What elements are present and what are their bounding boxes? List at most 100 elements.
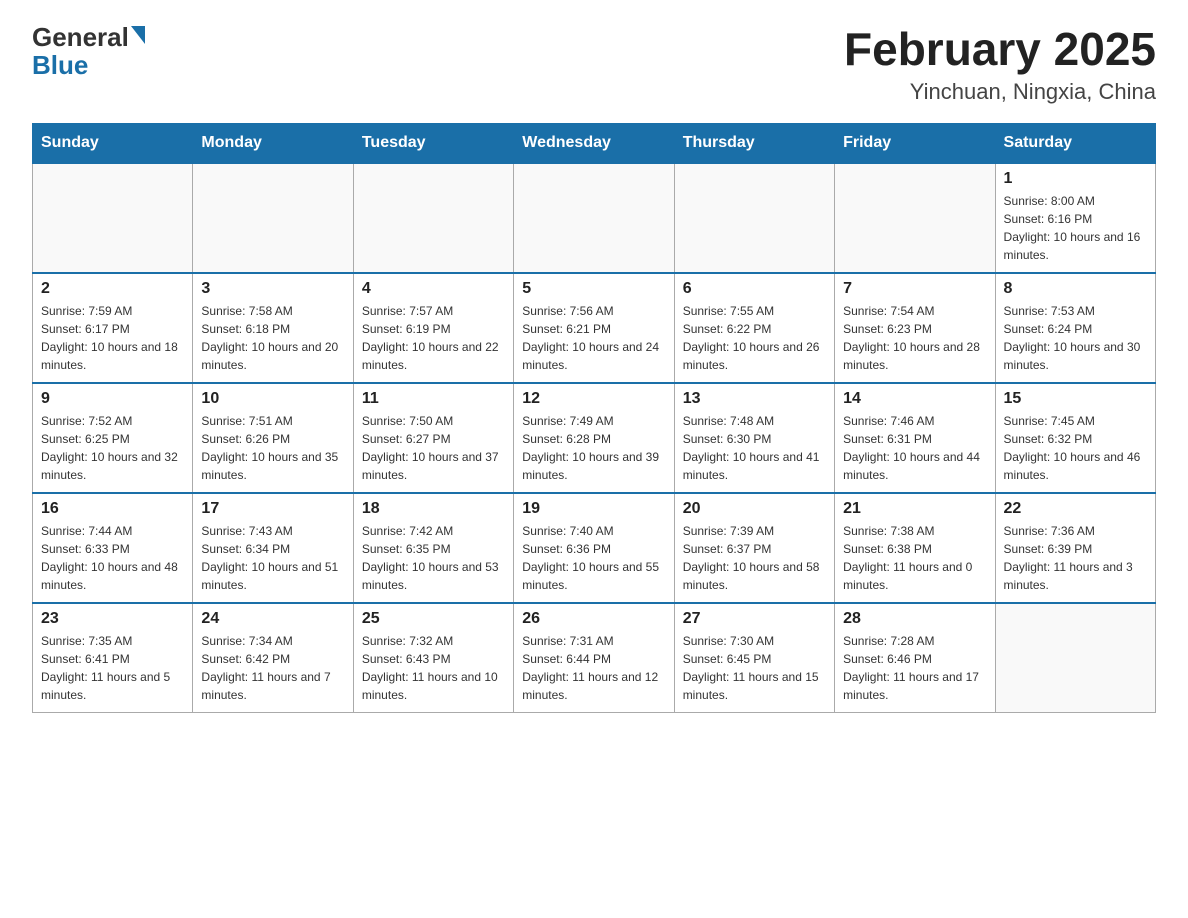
calendar-cell: 25 Sunrise: 7:32 AMSunset: 6:43 PMDayligh… xyxy=(353,603,513,713)
calendar-cell: 15 Sunrise: 7:45 AMSunset: 6:32 PMDayligh… xyxy=(995,383,1155,493)
day-of-week-header: Tuesday xyxy=(353,123,513,163)
day-number: 17 xyxy=(201,500,344,518)
calendar-cell xyxy=(514,163,674,273)
day-of-week-header: Friday xyxy=(835,123,995,163)
day-number: 26 xyxy=(522,610,665,628)
calendar-cell: 6 Sunrise: 7:55 AMSunset: 6:22 PMDaylight… xyxy=(674,273,834,383)
day-number: 4 xyxy=(362,280,505,298)
week-row: 9Sunrise: 7:52 AMSunset: 6:25 PMDaylight… xyxy=(33,383,1156,493)
calendar-cell: 4 Sunrise: 7:57 AMSunset: 6:19 PMDaylight… xyxy=(353,273,513,383)
day-number: 16 xyxy=(41,500,184,518)
calendar-cell: 23 Sunrise: 7:35 AMSunset: 6:41 PMDayligh… xyxy=(33,603,193,713)
day-info: Sunrise: 7:31 AMSunset: 6:44 PMDaylight:… xyxy=(522,632,665,704)
logo-text-blue: Blue xyxy=(32,52,145,78)
day-info: Sunrise: 7:59 AMSunset: 6:17 PMDaylight:… xyxy=(41,302,184,374)
logo-arrow-icon xyxy=(131,26,145,44)
day-number: 10 xyxy=(201,390,344,408)
day-info: Sunrise: 7:57 AMSunset: 6:19 PMDaylight:… xyxy=(362,302,505,374)
day-info: Sunrise: 7:53 AMSunset: 6:24 PMDaylight:… xyxy=(1004,302,1147,374)
calendar-cell: 14 Sunrise: 7:46 AMSunset: 6:31 PMDayligh… xyxy=(835,383,995,493)
day-info: Sunrise: 7:39 AMSunset: 6:37 PMDaylight:… xyxy=(683,522,826,594)
calendar-cell: 2 Sunrise: 7:59 AMSunset: 6:17 PMDaylight… xyxy=(33,273,193,383)
calendar-cell: 8 Sunrise: 7:53 AMSunset: 6:24 PMDaylight… xyxy=(995,273,1155,383)
calendar-table: SundayMondayTuesdayWednesdayThursdayFrid… xyxy=(32,123,1156,714)
week-row: 2 Sunrise: 7:59 AMSunset: 6:17 PMDaylight… xyxy=(33,273,1156,383)
calendar-cell xyxy=(995,603,1155,713)
calendar-header-row: SundayMondayTuesdayWednesdayThursdayFrid… xyxy=(33,123,1156,163)
day-number: 5 xyxy=(522,280,665,298)
logo: General Blue xyxy=(32,24,145,78)
day-number: 23 xyxy=(41,610,184,628)
day-of-week-header: Wednesday xyxy=(514,123,674,163)
day-info: Sunrise: 7:51 AMSunset: 6:26 PMDaylight:… xyxy=(201,412,344,484)
calendar-cell: 13 Sunrise: 7:48 AMSunset: 6:30 PMDayligh… xyxy=(674,383,834,493)
logo-text-general: General xyxy=(32,24,129,50)
calendar-cell: 18 Sunrise: 7:42 AMSunset: 6:35 PMDayligh… xyxy=(353,493,513,603)
day-number: 7 xyxy=(843,280,986,298)
week-row: 16 Sunrise: 7:44 AMSunset: 6:33 PMDayligh… xyxy=(33,493,1156,603)
calendar-subtitle: Yinchuan, Ningxia, China xyxy=(844,79,1156,105)
day-number: 14 xyxy=(843,390,986,408)
calendar-cell: 19Sunrise: 7:40 AMSunset: 6:36 PMDayligh… xyxy=(514,493,674,603)
day-info: Sunrise: 7:58 AMSunset: 6:18 PMDaylight:… xyxy=(201,302,344,374)
day-info: Sunrise: 7:35 AMSunset: 6:41 PMDaylight:… xyxy=(41,632,184,704)
day-info: Sunrise: 7:46 AMSunset: 6:31 PMDaylight:… xyxy=(843,412,986,484)
day-info: Sunrise: 7:48 AMSunset: 6:30 PMDaylight:… xyxy=(683,412,826,484)
calendar-cell: 24 Sunrise: 7:34 AMSunset: 6:42 PMDayligh… xyxy=(193,603,353,713)
calendar-cell: 17 Sunrise: 7:43 AMSunset: 6:34 PMDayligh… xyxy=(193,493,353,603)
day-info: Sunrise: 7:32 AMSunset: 6:43 PMDaylight:… xyxy=(362,632,505,704)
day-info: Sunrise: 7:44 AMSunset: 6:33 PMDaylight:… xyxy=(41,522,184,594)
day-info: Sunrise: 7:49 AMSunset: 6:28 PMDaylight:… xyxy=(522,412,665,484)
calendar-cell: 3 Sunrise: 7:58 AMSunset: 6:18 PMDaylight… xyxy=(193,273,353,383)
day-number: 28 xyxy=(843,610,986,628)
day-number: 13 xyxy=(683,390,826,408)
calendar-cell: 21Sunrise: 7:38 AMSunset: 6:38 PMDayligh… xyxy=(835,493,995,603)
page-header: General Blue February 2025 Yinchuan, Nin… xyxy=(32,24,1156,105)
day-number: 25 xyxy=(362,610,505,628)
day-number: 19 xyxy=(522,500,665,518)
day-info: Sunrise: 7:50 AMSunset: 6:27 PMDaylight:… xyxy=(362,412,505,484)
day-number: 8 xyxy=(1004,280,1147,298)
day-info: Sunrise: 7:34 AMSunset: 6:42 PMDaylight:… xyxy=(201,632,344,704)
calendar-cell: 9Sunrise: 7:52 AMSunset: 6:25 PMDaylight… xyxy=(33,383,193,493)
day-number: 24 xyxy=(201,610,344,628)
day-info: Sunrise: 7:45 AMSunset: 6:32 PMDaylight:… xyxy=(1004,412,1147,484)
day-of-week-header: Thursday xyxy=(674,123,834,163)
calendar-cell: 20 Sunrise: 7:39 AMSunset: 6:37 PMDayligh… xyxy=(674,493,834,603)
day-number: 20 xyxy=(683,500,826,518)
calendar-title-block: February 2025 Yinchuan, Ningxia, China xyxy=(844,24,1156,105)
day-info: Sunrise: 7:28 AMSunset: 6:46 PMDaylight:… xyxy=(843,632,986,704)
calendar-cell: 22Sunrise: 7:36 AMSunset: 6:39 PMDayligh… xyxy=(995,493,1155,603)
day-info: Sunrise: 7:56 AMSunset: 6:21 PMDaylight:… xyxy=(522,302,665,374)
day-info: Sunrise: 7:43 AMSunset: 6:34 PMDaylight:… xyxy=(201,522,344,594)
calendar-cell xyxy=(193,163,353,273)
day-info: Sunrise: 8:00 AMSunset: 6:16 PMDaylight:… xyxy=(1004,192,1147,264)
calendar-cell: 5 Sunrise: 7:56 AMSunset: 6:21 PMDaylight… xyxy=(514,273,674,383)
calendar-cell: 11Sunrise: 7:50 AMSunset: 6:27 PMDayligh… xyxy=(353,383,513,493)
week-row: 23 Sunrise: 7:35 AMSunset: 6:41 PMDayligh… xyxy=(33,603,1156,713)
day-number: 2 xyxy=(41,280,184,298)
calendar-cell: 27Sunrise: 7:30 AMSunset: 6:45 PMDayligh… xyxy=(674,603,834,713)
day-number: 6 xyxy=(683,280,826,298)
day-number: 22 xyxy=(1004,500,1147,518)
day-number: 1 xyxy=(1004,170,1147,188)
day-info: Sunrise: 7:55 AMSunset: 6:22 PMDaylight:… xyxy=(683,302,826,374)
day-number: 3 xyxy=(201,280,344,298)
day-number: 15 xyxy=(1004,390,1147,408)
day-info: Sunrise: 7:38 AMSunset: 6:38 PMDaylight:… xyxy=(843,522,986,594)
calendar-cell xyxy=(33,163,193,273)
calendar-cell: 7 Sunrise: 7:54 AMSunset: 6:23 PMDaylight… xyxy=(835,273,995,383)
day-of-week-header: Sunday xyxy=(33,123,193,163)
day-info: Sunrise: 7:42 AMSunset: 6:35 PMDaylight:… xyxy=(362,522,505,594)
day-info: Sunrise: 7:54 AMSunset: 6:23 PMDaylight:… xyxy=(843,302,986,374)
calendar-cell: 10 Sunrise: 7:51 AMSunset: 6:26 PMDayligh… xyxy=(193,383,353,493)
day-number: 27 xyxy=(683,610,826,628)
day-of-week-header: Monday xyxy=(193,123,353,163)
day-number: 9 xyxy=(41,390,184,408)
week-row: 1 Sunrise: 8:00 AMSunset: 6:16 PMDaylight… xyxy=(33,163,1156,273)
day-number: 12 xyxy=(522,390,665,408)
day-of-week-header: Saturday xyxy=(995,123,1155,163)
calendar-cell xyxy=(674,163,834,273)
day-number: 18 xyxy=(362,500,505,518)
calendar-cell xyxy=(835,163,995,273)
